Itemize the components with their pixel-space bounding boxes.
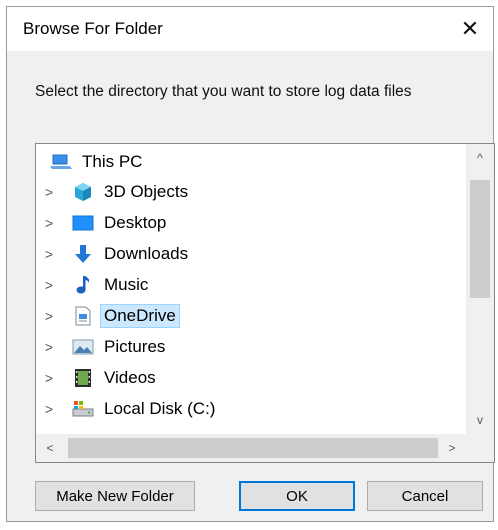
tree-item-label: 3D Objects (104, 182, 189, 201)
scroll-right-icon[interactable]: > (438, 434, 466, 462)
title-bar: Browse For Folder ✕ (7, 7, 493, 51)
chevron-right-icon[interactable]: > (42, 395, 56, 423)
folder-tree-list: This PC > 3D Objects > Desktop > Downloa… (36, 144, 466, 434)
3d-objects-icon (72, 182, 94, 202)
downloads-icon (72, 244, 94, 264)
tree-item-this-pc[interactable]: This PC (50, 148, 146, 176)
chevron-right-icon[interactable]: > (42, 333, 56, 361)
tree-item-pictures[interactable]: > Pictures (36, 333, 169, 361)
this-pc-icon (50, 152, 72, 172)
desktop-icon (72, 213, 94, 233)
scroll-left-icon[interactable]: < (36, 434, 64, 462)
tree-item-onedrive[interactable]: > OneDrive (36, 302, 180, 330)
tree-item-label: Downloads (104, 244, 189, 263)
folder-tree[interactable]: This PC > 3D Objects > Desktop > Downloa… (35, 143, 495, 463)
chevron-right-icon[interactable]: > (42, 271, 56, 299)
browse-folder-dialog: Browse For Folder ✕ Select the directory… (6, 6, 495, 522)
tree-item-desktop[interactable]: > Desktop (36, 209, 170, 237)
scroll-up-icon[interactable]: ^ (466, 144, 494, 172)
horizontal-scrollbar[interactable]: < > (36, 434, 466, 462)
ok-button[interactable]: OK (239, 481, 355, 511)
tree-item-label: Videos (104, 368, 156, 387)
music-icon (72, 275, 94, 295)
chevron-right-icon[interactable]: > (42, 364, 56, 392)
close-icon[interactable]: ✕ (447, 7, 493, 51)
scroll-down-icon[interactable]: v (466, 406, 494, 434)
dialog-title: Browse For Folder (23, 19, 163, 38)
tree-item-label: Music (104, 275, 149, 294)
chevron-right-icon[interactable]: > (42, 209, 56, 237)
make-new-folder-button[interactable]: Make New Folder (35, 481, 195, 511)
tree-item-music[interactable]: > Music (36, 271, 152, 299)
chevron-right-icon[interactable]: > (42, 240, 56, 268)
tree-item-label: Pictures (104, 337, 166, 356)
tree-item-label: Local Disk (C:) (104, 399, 216, 418)
onedrive-icon (72, 306, 94, 326)
tree-item-label: This PC (82, 152, 143, 171)
chevron-right-icon[interactable]: > (42, 302, 56, 330)
tree-item-local-disk[interactable]: > Local Disk (C:) (36, 395, 219, 423)
instruction-text: Select the directory that you want to st… (35, 83, 412, 100)
horizontal-scroll-thumb[interactable] (68, 438, 438, 458)
vertical-scrollbar[interactable]: ^ v (466, 144, 494, 434)
chevron-right-icon[interactable]: > (42, 178, 56, 206)
cancel-button[interactable]: Cancel (367, 481, 483, 511)
tree-item-downloads[interactable]: > Downloads (36, 240, 192, 268)
videos-icon (72, 368, 94, 388)
pictures-icon (72, 337, 94, 357)
tree-item-videos[interactable]: > Videos (36, 364, 160, 392)
scrollbar-corner (466, 434, 494, 462)
tree-item-3d-objects[interactable]: > 3D Objects (36, 178, 192, 206)
local-disk-icon (72, 399, 94, 419)
vertical-scroll-thumb[interactable] (470, 180, 490, 298)
tree-item-label: OneDrive (100, 304, 180, 328)
tree-item-label: Desktop (104, 213, 167, 232)
